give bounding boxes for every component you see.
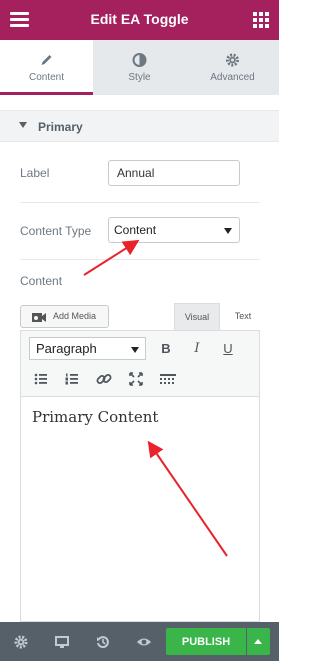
content-editor[interactable]: Primary Content [20,397,260,622]
content-type-select[interactable]: Content [108,217,240,243]
label-input[interactable]: Annual [108,160,240,186]
link-icon[interactable] [93,368,115,390]
section-title: Primary [38,120,83,134]
tab-visual[interactable]: Visual [174,303,220,330]
tab-content-label: Content [28,72,65,83]
media-icon [32,313,46,322]
caret-up-icon [254,639,262,644]
top-bar: Edit EA Toggle [0,0,279,40]
publish-button[interactable]: PUBLISH [166,628,246,655]
numbered-list-icon[interactable] [61,368,83,390]
tab-advanced[interactable]: Advanced [186,40,279,95]
content-label: Content [20,274,63,288]
gear-icon [226,53,239,67]
underline-button[interactable]: U [217,338,239,360]
format-select[interactable]: Paragraph [29,337,146,360]
editor-body-text: Primary Content [32,408,159,426]
responsive-desktop-icon[interactable] [54,634,70,650]
label-field-label: Label [20,166,50,180]
bold-button[interactable]: B [155,338,177,360]
divider [20,202,260,203]
widgets-grid-icon[interactable] [253,12,269,28]
add-media-label: Add Media [53,311,97,321]
preview-eye-icon[interactable] [136,634,152,650]
add-media-button[interactable]: Add Media [20,305,109,328]
tab-content[interactable]: Content [0,40,93,95]
dropdown-arrow-icon [224,228,232,234]
section-primary[interactable]: Primary [0,110,279,142]
content-type-label: Content Type [20,224,92,238]
contrast-icon [132,53,147,67]
tab-style[interactable]: Style [93,40,186,95]
bullet-list-icon[interactable] [30,368,52,390]
fullscreen-icon[interactable] [125,368,147,390]
content-type-value: Content [114,223,157,237]
divider [20,259,260,260]
pencil-icon [41,55,52,65]
dropdown-arrow-icon [131,347,139,353]
publish-options-button[interactable] [247,628,270,655]
caret-down-icon [19,122,27,128]
tab-style-label: Style [128,72,151,83]
italic-button[interactable]: I [186,338,208,360]
panel-tabs: Content Style Advanced [0,40,279,95]
settings-icon[interactable] [13,634,29,650]
content-control: Content [20,274,260,290]
tab-text[interactable]: Text [224,303,262,330]
toolbar-toggle-icon[interactable] [157,368,179,390]
panel-title: Edit EA Toggle [90,11,189,27]
tab-advanced-label: Advanced [210,72,255,83]
editor-toolbar: Paragraph B I U [20,330,260,397]
history-icon[interactable] [95,634,111,650]
format-value: Paragraph [36,341,97,356]
